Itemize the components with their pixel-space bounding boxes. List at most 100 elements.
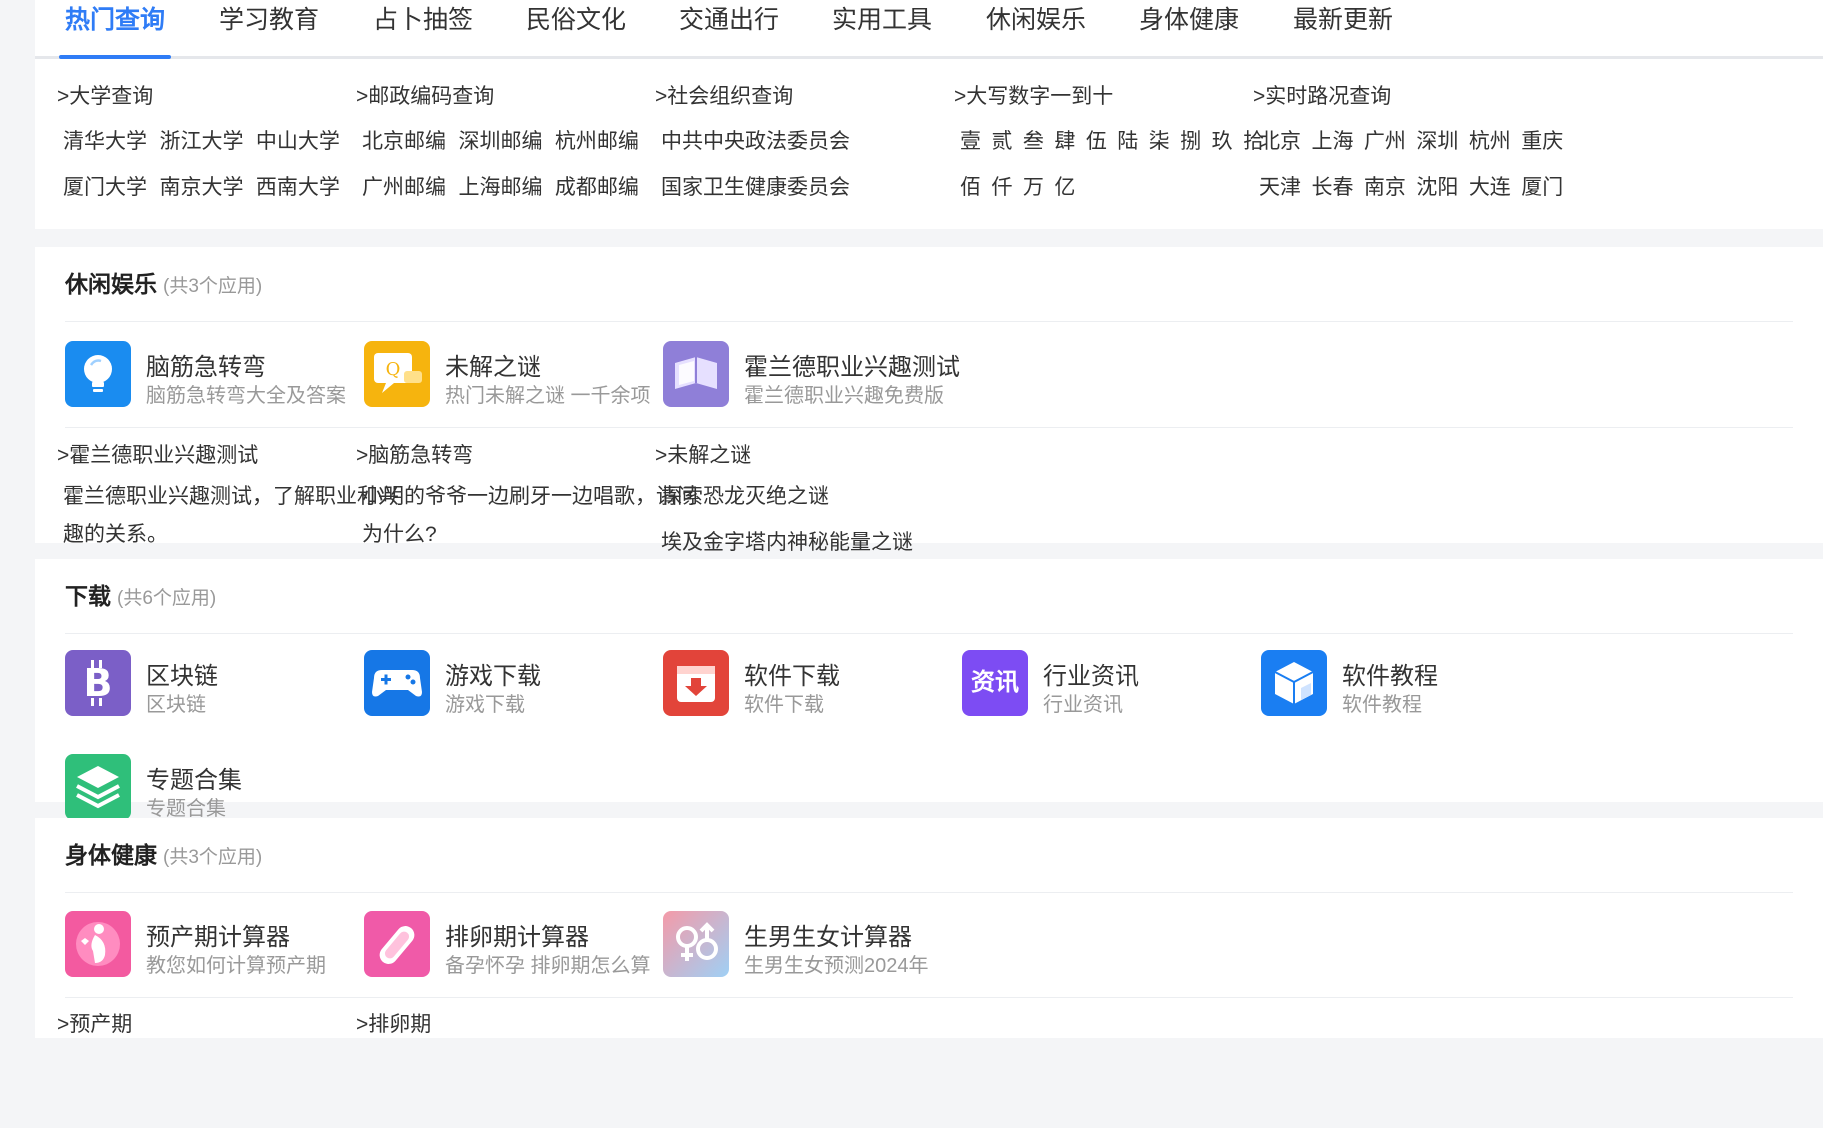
app-desc: 脑筋急转弯大全及答案 xyxy=(146,385,346,407)
quick-link[interactable]: 广州邮编 xyxy=(362,176,446,199)
tab-folk-culture[interactable]: 民俗文化 xyxy=(526,0,626,56)
quick-link[interactable]: 万 xyxy=(1023,176,1044,199)
quick-col-numerals: >大写数字一到十 壹 贰 叁 肆 伍 陆 柒 捌 玖 拾 佰 仟 万 亿 xyxy=(954,83,1294,203)
app-brain-teaser[interactable]: 脑筋急转弯 脑筋急转弯大全及答案 xyxy=(65,341,395,411)
quick-col-title[interactable]: >大学查询 xyxy=(57,83,397,111)
quick-col-title[interactable]: >社会组织查询 xyxy=(655,83,995,111)
book-icon xyxy=(663,341,729,407)
detail-text[interactable]: 小明的爷爷一边刷牙一边唱歌，请问为什么? xyxy=(356,478,701,554)
detail-title[interactable]: >预产期 xyxy=(57,1011,402,1039)
app-game-download[interactable]: 游戏下载 游戏下载 xyxy=(364,650,694,720)
quick-link[interactable]: 叁 xyxy=(1023,130,1044,153)
app-name: 霍兰德职业兴趣测试 xyxy=(744,354,960,381)
quick-link[interactable]: 贰 xyxy=(991,130,1012,153)
quick-link[interactable]: 陆 xyxy=(1117,130,1138,153)
quick-link[interactable]: 佰 xyxy=(960,176,981,199)
app-name: 游戏下载 xyxy=(445,663,541,690)
quick-links: >大学查询 清华大学 浙江大学 中山大学 厦门大学 南京大学 西南大学 >邮政编… xyxy=(35,59,1823,229)
quick-link[interactable]: 上海 xyxy=(1311,130,1353,153)
quick-col-title[interactable]: >大写数字一到十 xyxy=(954,83,1294,111)
detail-holland: >霍兰德职业兴趣测试 霍兰德职业兴趣测试，了解职业和兴趣的关系。 xyxy=(57,442,402,554)
quick-link[interactable]: 北京邮编 xyxy=(362,130,446,153)
quick-col-title[interactable]: >邮政编码查询 xyxy=(356,83,696,111)
quick-link[interactable]: 仟 xyxy=(991,176,1012,199)
cube-icon xyxy=(1261,650,1327,716)
quick-link[interactable]: 柒 xyxy=(1149,130,1170,153)
quick-link[interactable]: 西南大学 xyxy=(256,176,340,199)
quick-link[interactable]: 南京 xyxy=(1364,176,1406,199)
app-name: 生男生女计算器 xyxy=(744,924,912,951)
quick-link[interactable]: 亿 xyxy=(1054,176,1075,199)
app-industry-news[interactable]: 资讯 行业资讯 行业资讯 xyxy=(962,650,1292,720)
quick-link[interactable]: 壹 xyxy=(960,130,981,153)
svg-text:B: B xyxy=(84,661,113,705)
quick-link[interactable]: 国家卫生健康委员会 xyxy=(661,176,850,199)
detail-link[interactable]: 探索恐龙灭绝之谜 xyxy=(655,478,1000,516)
app-topic-collection[interactable]: 专题合集 专题合集 xyxy=(65,754,395,824)
quick-link[interactable]: 重庆 xyxy=(1521,130,1563,153)
section-header: 下载 (共6个应用) xyxy=(65,559,1793,634)
tab-study-education[interactable]: 学习教育 xyxy=(219,0,319,56)
quick-link[interactable]: 天津 xyxy=(1259,176,1301,199)
app-holland-test[interactable]: 霍兰德职业兴趣测试 霍兰德职业兴趣免费版 xyxy=(663,341,993,411)
gamepad-icon xyxy=(364,650,430,716)
app-name: 专题合集 xyxy=(146,767,242,794)
section-count: (共6个应用) xyxy=(117,588,217,609)
tab-divination[interactable]: 占卜抽签 xyxy=(373,0,473,56)
app-blockchain[interactable]: B 区块链 区块链 xyxy=(65,650,395,720)
quick-link[interactable]: 中共中央政法委员会 xyxy=(661,130,850,153)
quick-link[interactable]: 北京 xyxy=(1259,130,1301,153)
quick-link[interactable]: 广州 xyxy=(1364,130,1406,153)
app-due-date-calculator[interactable]: 预产期计算器 教您如何计算预产期 xyxy=(65,911,395,981)
quick-link[interactable]: 伍 xyxy=(1086,130,1107,153)
detail-title[interactable]: >霍兰德职业兴趣测试 xyxy=(57,442,402,470)
quick-link[interactable]: 长春 xyxy=(1311,176,1353,199)
quick-link[interactable]: 成都邮编 xyxy=(555,176,639,199)
quick-col-title[interactable]: >实时路况查询 xyxy=(1253,83,1593,111)
app-mysteries[interactable]: Q 未解之谜 热门未解之谜 一千余项 xyxy=(364,341,694,411)
tab-leisure[interactable]: 休闲娱乐 xyxy=(986,0,1086,56)
tab-hot-query[interactable]: 热门查询 xyxy=(58,0,172,59)
app-software-tutorial[interactable]: 软件教程 软件教程 xyxy=(1261,650,1591,720)
tab-transport[interactable]: 交通出行 xyxy=(679,0,779,56)
detail-title[interactable]: >未解之谜 xyxy=(655,442,1000,470)
tab-health[interactable]: 身体健康 xyxy=(1139,0,1239,56)
lightbulb-icon xyxy=(65,341,131,407)
quick-link[interactable]: 深圳邮编 xyxy=(458,130,542,153)
quick-link[interactable]: 杭州邮编 xyxy=(555,130,639,153)
quick-link[interactable]: 杭州 xyxy=(1469,130,1511,153)
tab-tools[interactable]: 实用工具 xyxy=(832,0,932,56)
health-section: 身体健康 (共3个应用) 预产期计算器 教您如何计算预产期 排卵期计算器 备孕怀孕… xyxy=(35,818,1823,1038)
tab-latest[interactable]: 最新更新 xyxy=(1293,0,1393,56)
app-name: 预产期计算器 xyxy=(146,924,290,951)
section-header: 休闲娱乐 (共3个应用) xyxy=(65,247,1793,322)
detail-title[interactable]: >脑筋急转弯 xyxy=(356,442,701,470)
divider xyxy=(65,427,1793,428)
detail-link[interactable]: 埃及金字塔内神秘能量之谜 xyxy=(655,524,1000,562)
quick-link[interactable]: 玖 xyxy=(1212,130,1233,153)
section-title: 休闲娱乐 xyxy=(65,271,157,297)
app-gender-calculator[interactable]: 生男生女计算器 生男生女预测2024年 xyxy=(663,911,993,981)
quick-link[interactable]: 沈阳 xyxy=(1416,176,1458,199)
quick-link[interactable]: 捌 xyxy=(1180,130,1201,153)
download-section: 下载 (共6个应用) B 区块链 区块链 游戏下载 游戏下载 软件下载 软件下载… xyxy=(35,559,1823,820)
detail-text[interactable]: 霍兰德职业兴趣测试，了解职业和兴趣的关系。 xyxy=(57,478,402,554)
app-ovulation-calculator[interactable]: 排卵期计算器 备孕怀孕 排卵期怎么算 xyxy=(364,911,694,981)
quick-link[interactable]: 南京大学 xyxy=(159,176,243,199)
quick-link[interactable]: 中山大学 xyxy=(256,130,340,153)
detail-title[interactable]: >排卵期 xyxy=(356,1011,701,1039)
quick-link[interactable]: 浙江大学 xyxy=(159,130,243,153)
quick-link[interactable]: 厦门大学 xyxy=(63,176,147,199)
quick-link[interactable]: 清华大学 xyxy=(63,130,147,153)
section-title: 身体健康 xyxy=(65,842,157,868)
quick-link[interactable]: 肆 xyxy=(1054,130,1075,153)
app-software-download[interactable]: 软件下载 软件下载 xyxy=(663,650,993,720)
quick-link[interactable]: 厦门 xyxy=(1521,176,1563,199)
quick-link[interactable]: 上海邮编 xyxy=(458,176,542,199)
quick-col-organization: >社会组织查询 中共中央政法委员会 国家卫生健康委员会 xyxy=(655,83,995,203)
section-count: (共3个应用) xyxy=(163,847,263,868)
app-desc: 专题合集 xyxy=(146,798,226,820)
app-name: 脑筋急转弯 xyxy=(146,354,266,381)
quick-link[interactable]: 大连 xyxy=(1469,176,1511,199)
quick-link[interactable]: 深圳 xyxy=(1416,130,1458,153)
